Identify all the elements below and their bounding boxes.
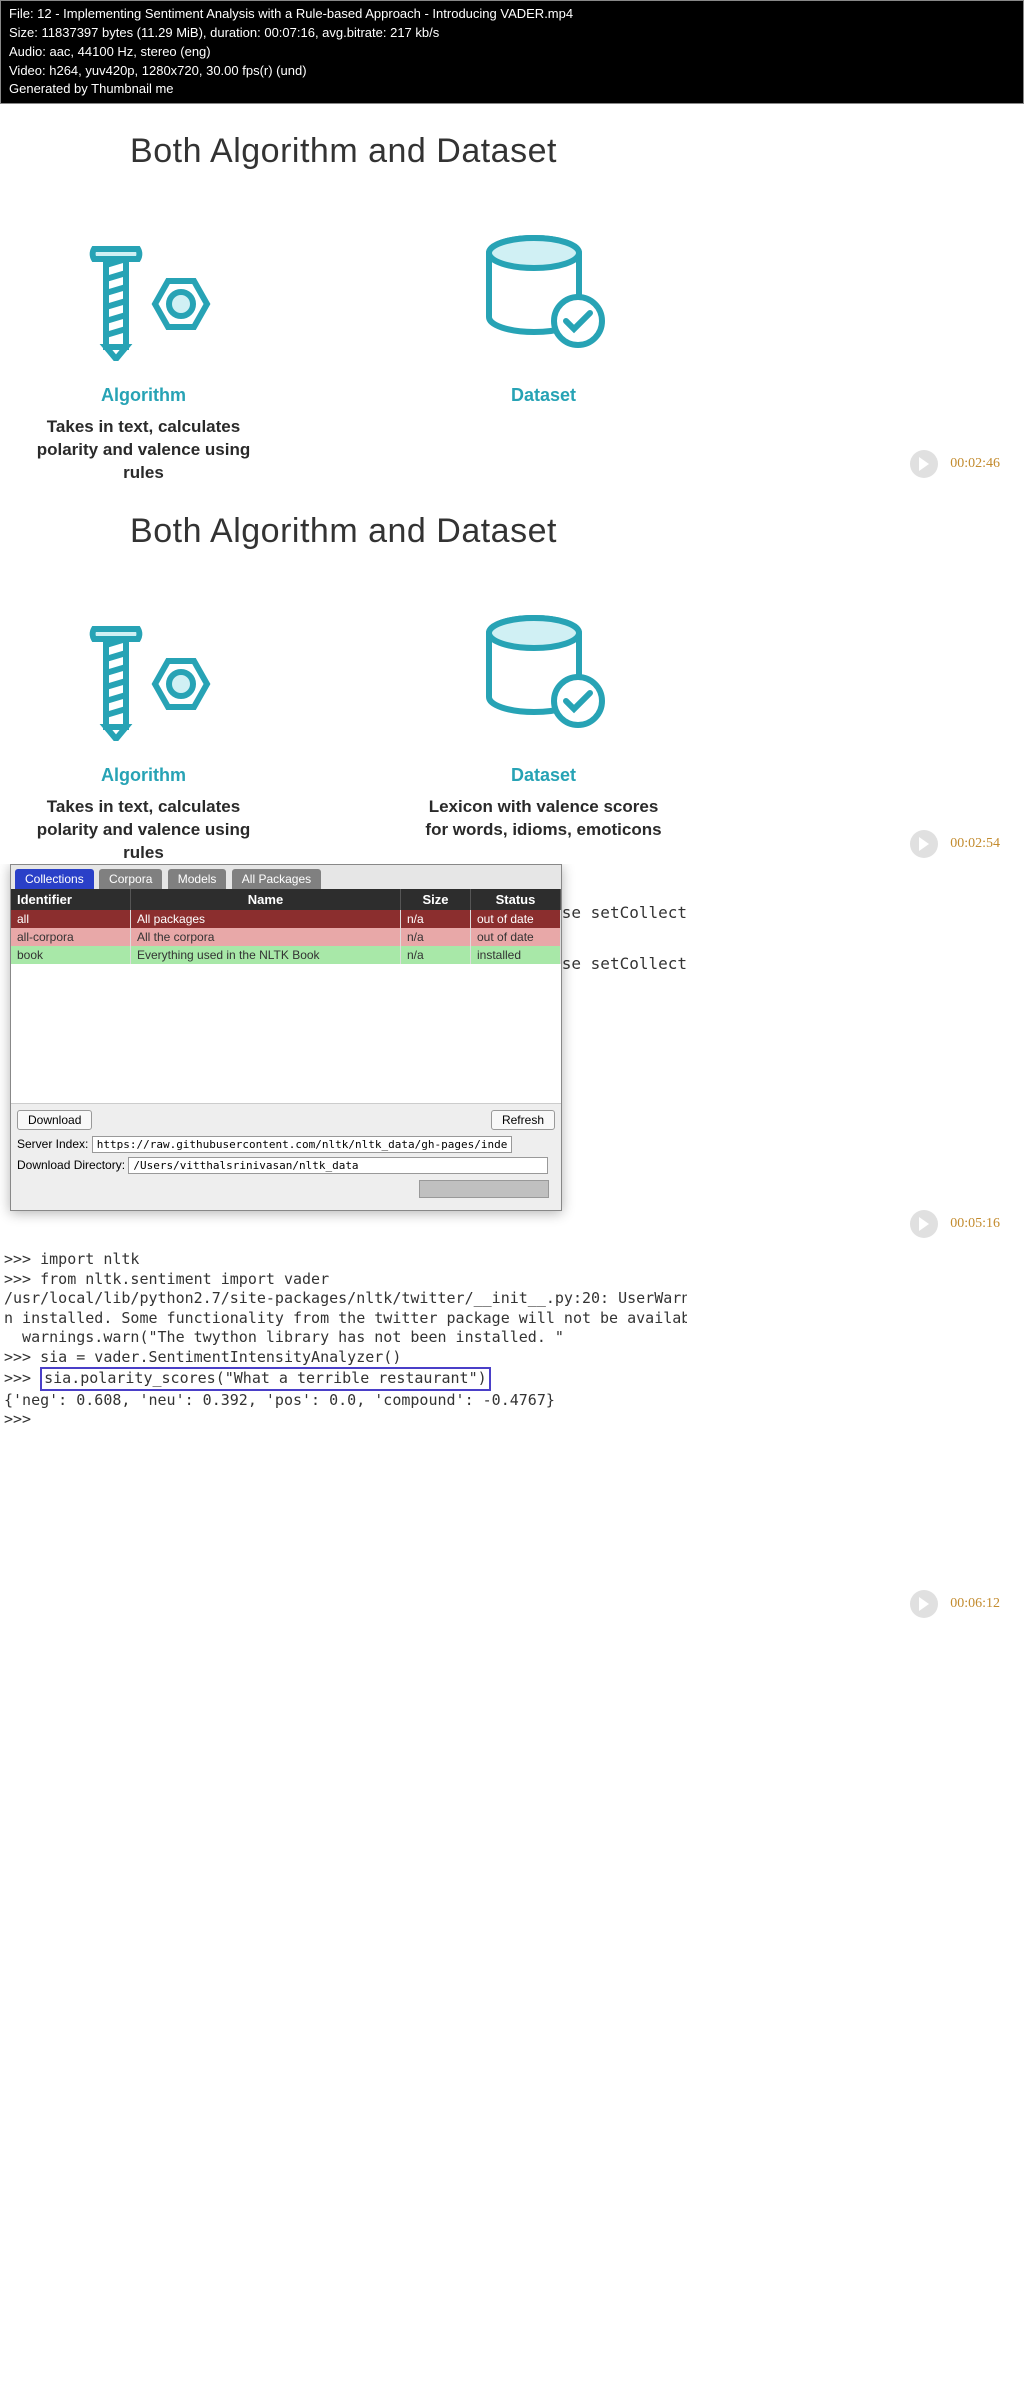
tab-models[interactable]: Models xyxy=(168,869,227,889)
audio-line: Audio: aac, 44100 Hz, stereo (eng) xyxy=(9,43,1015,62)
progress-bar xyxy=(419,1180,549,1198)
col-name: Name xyxy=(131,889,401,910)
server-index-input[interactable] xyxy=(92,1136,512,1153)
dataset-label: Dataset xyxy=(424,765,664,786)
tab-corpora[interactable]: Corpora xyxy=(99,869,162,889)
table-row[interactable]: book Everything used in the NLTK Book n/… xyxy=(11,946,561,964)
col-status: Status xyxy=(471,889,561,910)
tab-collections[interactable]: Collections xyxy=(15,869,94,889)
timestamp-2: 00:02:54 xyxy=(950,836,1000,851)
download-dir-input[interactable] xyxy=(128,1157,548,1174)
dataset-column: Dataset Lexicon with valence scores for … xyxy=(424,611,664,865)
video-line: Video: h264, yuv420p, 1280x720, 30.00 fp… xyxy=(9,62,1015,81)
algorithm-label: Algorithm xyxy=(24,385,264,406)
col-identifier: Identifier xyxy=(11,889,131,910)
database-check-icon xyxy=(424,611,664,741)
screw-nut-icon xyxy=(24,231,264,361)
screw-nut-icon xyxy=(24,611,264,741)
slide-title: Both Algorithm and Dataset xyxy=(0,484,687,551)
file-line: File: 12 - Implementing Sentiment Analys… xyxy=(9,5,1015,24)
algorithm-label: Algorithm xyxy=(24,765,264,786)
timestamp-1: 00:02:46 xyxy=(950,456,1000,471)
nltk-downloader-window: Collections Corpora Models All Packages … xyxy=(10,864,562,1211)
table-row[interactable]: all-corpora All the corpora n/a out of d… xyxy=(11,928,561,946)
play-icon xyxy=(910,830,938,858)
server-index-label: Server Index: xyxy=(17,1137,88,1151)
dataset-label: Dataset xyxy=(424,385,664,406)
dataset-column: Dataset xyxy=(424,231,664,485)
algorithm-column: Algorithm Takes in text, calculates pola… xyxy=(24,231,264,485)
download-dir-label: Download Directory: xyxy=(17,1158,125,1172)
table-row[interactable]: all All packages n/a out of date xyxy=(11,910,561,928)
thumbnail-3: .xml ase use setCollect ase use setColle… xyxy=(0,864,687,1250)
generated-line: Generated by Thumbnail me xyxy=(9,80,1015,99)
thumbnail-4: >>> import nltk >>> from nltk.sentiment … xyxy=(0,1244,687,1630)
timestamp-4: 00:06:12 xyxy=(950,1596,1000,1611)
size-line: Size: 11837397 bytes (11.29 MiB), durati… xyxy=(9,24,1015,43)
play-icon xyxy=(910,450,938,478)
refresh-button[interactable]: Refresh xyxy=(491,1110,555,1130)
play-icon xyxy=(910,1210,938,1238)
thumbnail-2: Both Algorithm and Dataset Algorithm Tak… xyxy=(0,484,687,870)
database-check-icon xyxy=(424,231,664,361)
download-button[interactable]: Download xyxy=(17,1110,92,1130)
highlighted-code: sia.polarity_scores("What a terrible res… xyxy=(40,1367,491,1391)
tab-all-packages[interactable]: All Packages xyxy=(232,869,321,889)
play-icon xyxy=(910,1590,938,1618)
table-header: Identifier Name Size Status xyxy=(11,889,561,910)
thumbnail-1: Both Algorithm and Dataset Algorithm Tak… xyxy=(0,104,687,490)
timestamp-3: 00:05:16 xyxy=(950,1216,1000,1231)
algorithm-column: Algorithm Takes in text, calculates pola… xyxy=(24,611,264,865)
col-size: Size xyxy=(401,889,471,910)
slide-title: Both Algorithm and Dataset xyxy=(0,104,687,171)
python-terminal: >>> import nltk >>> from nltk.sentiment … xyxy=(0,1244,687,1436)
file-info-header: File: 12 - Implementing Sentiment Analys… xyxy=(0,0,1024,104)
